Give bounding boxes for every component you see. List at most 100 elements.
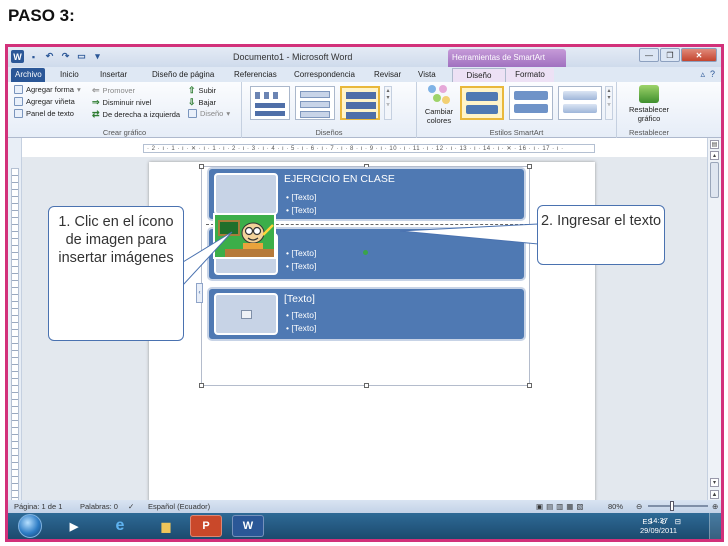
ribbon-minimize-icon[interactable]: ▵	[700, 69, 705, 80]
zoom-slider[interactable]	[648, 505, 708, 507]
page-count[interactable]: Página: 1 de 1	[14, 502, 62, 511]
insert-picture-icon[interactable]	[240, 309, 252, 319]
derecha-izquierda-button[interactable]: ⇄ De derecha a izquierda	[92, 109, 180, 120]
contextual-tab-smartart-tools: Herramientas de SmartArt	[448, 49, 566, 67]
scroll-up-arrow[interactable]: ▴	[710, 151, 719, 160]
internet-explorer-icon[interactable]: e	[104, 515, 136, 537]
agregar-forma-label: Agregar forma	[26, 85, 74, 94]
row-2-bullet-1[interactable]: • [Texto]	[286, 247, 316, 260]
panel-texto-button[interactable]: Panel de texto	[14, 109, 74, 118]
agregar-forma-button[interactable]: Agregar forma ▾	[14, 85, 81, 94]
step-heading: PASO 3:	[8, 6, 75, 25]
promote-arrow-icon: ⇐	[92, 85, 100, 95]
tab-correspondencia[interactable]: Correspondencia	[290, 68, 359, 82]
vertical-scrollbar[interactable]: ▤ ▴ ▾ ▲ ●	[707, 138, 721, 520]
tab-diseno-pagina[interactable]: Diseño de página	[148, 68, 218, 82]
row-1-bullets[interactable]: • [Texto] • [Texto]	[286, 191, 316, 217]
adjust-handle[interactable]	[363, 250, 368, 255]
restablecer-grafico-button[interactable]: Restablecer gráfico	[619, 85, 679, 123]
close-button[interactable]: ✕	[681, 48, 717, 62]
tab-referencias[interactable]: Referencias	[230, 68, 281, 82]
tab-revisar[interactable]: Revisar	[370, 68, 405, 82]
diseno-layout-button[interactable]: Diseño ▾	[188, 109, 230, 118]
cambiar-colores-button[interactable]: Cambiar colores	[421, 85, 457, 125]
tab-insertar[interactable]: Insertar	[96, 68, 131, 82]
layouts-gallery-scroll[interactable]: ▴ ▾ ▿	[384, 86, 392, 120]
row-3-picture-placeholder[interactable]	[214, 293, 278, 335]
bajar-button[interactable]: ⇩ Bajar	[188, 97, 216, 108]
undo-icon[interactable]: ↶	[43, 50, 56, 63]
help-icon[interactable]: ?	[710, 69, 715, 80]
open-folder-icon[interactable]: ▭	[75, 50, 88, 63]
subir-button[interactable]: ⇧ Subir	[188, 85, 216, 96]
minimize-button[interactable]: —	[639, 48, 659, 62]
smartart-row-3[interactable]: [Texto] • [Texto] • [Texto]	[207, 287, 526, 341]
style-option-3[interactable]	[558, 86, 602, 120]
callout-step-1: 1. Clic en el ícono de imagen para inser…	[48, 206, 184, 341]
cambiar-colores-label: Cambiar colores	[424, 107, 454, 125]
redo-icon[interactable]: ↷	[59, 50, 72, 63]
word-app-icon[interactable]: W	[11, 50, 24, 63]
proofing-icon[interactable]: ✓	[128, 502, 134, 511]
style-option-selected[interactable]	[460, 86, 504, 120]
tab-inicio[interactable]: Inicio	[56, 68, 83, 82]
callout-step-2: 2. Ingresar el texto	[537, 205, 665, 265]
smartart-graphic[interactable]: EJERCICIO EN CLASE • [Texto] • [Texto] •…	[199, 164, 532, 388]
derecha-izquierda-label: De derecha a izquierda	[102, 110, 181, 119]
row-2-bullets[interactable]: • [Texto] • [Texto]	[286, 247, 316, 273]
ruler-toggle-icon[interactable]: ▤	[710, 140, 719, 149]
zoom-out-button[interactable]: ⊖	[636, 502, 642, 511]
styles-gallery-scroll[interactable]: ▴ ▾ ▿	[605, 86, 613, 120]
scroll-down-arrow[interactable]: ▾	[710, 478, 719, 487]
promover-button[interactable]: ⇐ Promover	[92, 85, 135, 96]
word-taskbar-icon[interactable]: W	[232, 515, 264, 537]
previous-page-icon[interactable]: ▲	[710, 490, 719, 499]
save-icon[interactable]: ▪	[27, 50, 40, 63]
horizontal-ruler[interactable]: · 2 · ı · 1 · ı · ✕ · ı · 1 · ı · 2 · ı …	[143, 144, 595, 153]
tab-archivo[interactable]: Archivo	[11, 68, 45, 82]
view-buttons[interactable]: ▣▤▥▦▧	[536, 502, 586, 511]
group-crear-grafico: Agregar forma ▾ Agregar viñeta Panel de t…	[8, 82, 242, 138]
customize-qat-icon[interactable]: ▾	[91, 50, 104, 63]
file-explorer-icon[interactable]: ▆	[150, 515, 182, 537]
language-indicator[interactable]: Español (Ecuador)	[148, 502, 210, 511]
tab-vista[interactable]: Vista	[414, 68, 440, 82]
subir-label: Subir	[198, 86, 217, 95]
move-up-icon: ⇧	[188, 85, 196, 95]
color-circles-icon	[428, 85, 450, 105]
agregar-vineta-button[interactable]: Agregar viñeta	[14, 97, 75, 106]
window-title: Documento1 - Microsoft Word	[233, 52, 353, 62]
row-2-bullet-2[interactable]: • [Texto]	[286, 260, 316, 273]
row-3-bullet-2[interactable]: • [Texto]	[286, 322, 316, 335]
group-label-restablecer: Restablecer	[628, 128, 670, 137]
tab-formato[interactable]: Formato	[506, 68, 554, 82]
teacher-clipart-image[interactable]	[213, 213, 276, 259]
text-pane-toggle[interactable]: ‹	[196, 283, 203, 303]
layout-option-2[interactable]	[295, 86, 335, 120]
row-1-title[interactable]: EJERCICIO EN CLASE	[284, 173, 395, 185]
tab-diseno[interactable]: Diseño	[452, 68, 506, 82]
maximize-button[interactable]: ❐	[660, 48, 680, 62]
powerpoint-taskbar-icon[interactable]: P	[190, 515, 222, 537]
zoom-level[interactable]: 80%	[608, 502, 623, 511]
vertical-ruler[interactable]	[11, 168, 19, 508]
disminuir-nivel-button[interactable]: ⇒ Disminuir nivel	[92, 97, 151, 108]
layout-option-1[interactable]	[250, 86, 290, 120]
row-3-bullets[interactable]: • [Texto] • [Texto]	[286, 309, 316, 335]
row-3-bullet-1[interactable]: • [Texto]	[286, 309, 316, 322]
style-option-2[interactable]	[509, 86, 553, 120]
row-3-title[interactable]: [Texto]	[284, 293, 315, 305]
media-player-icon[interactable]: ▶	[58, 515, 90, 537]
show-desktop-button[interactable]	[709, 513, 721, 539]
taskbar-clock[interactable]: 14:37 29/09/2011	[640, 516, 677, 536]
row-1-picture-placeholder[interactable]	[214, 173, 278, 215]
agregar-vineta-label: Agregar viñeta	[26, 97, 75, 106]
scroll-thumb[interactable]	[710, 162, 719, 198]
row-1-bullet-1[interactable]: • [Texto]	[286, 191, 316, 204]
layout-option-selected[interactable]	[340, 86, 380, 120]
row-1-bullet-2[interactable]: • [Texto]	[286, 204, 316, 217]
word-count[interactable]: Palabras: 0	[80, 502, 118, 511]
zoom-slider-thumb[interactable]	[670, 501, 674, 511]
start-button-icon[interactable]	[18, 514, 42, 538]
zoom-in-button[interactable]: ⊕	[712, 502, 718, 511]
